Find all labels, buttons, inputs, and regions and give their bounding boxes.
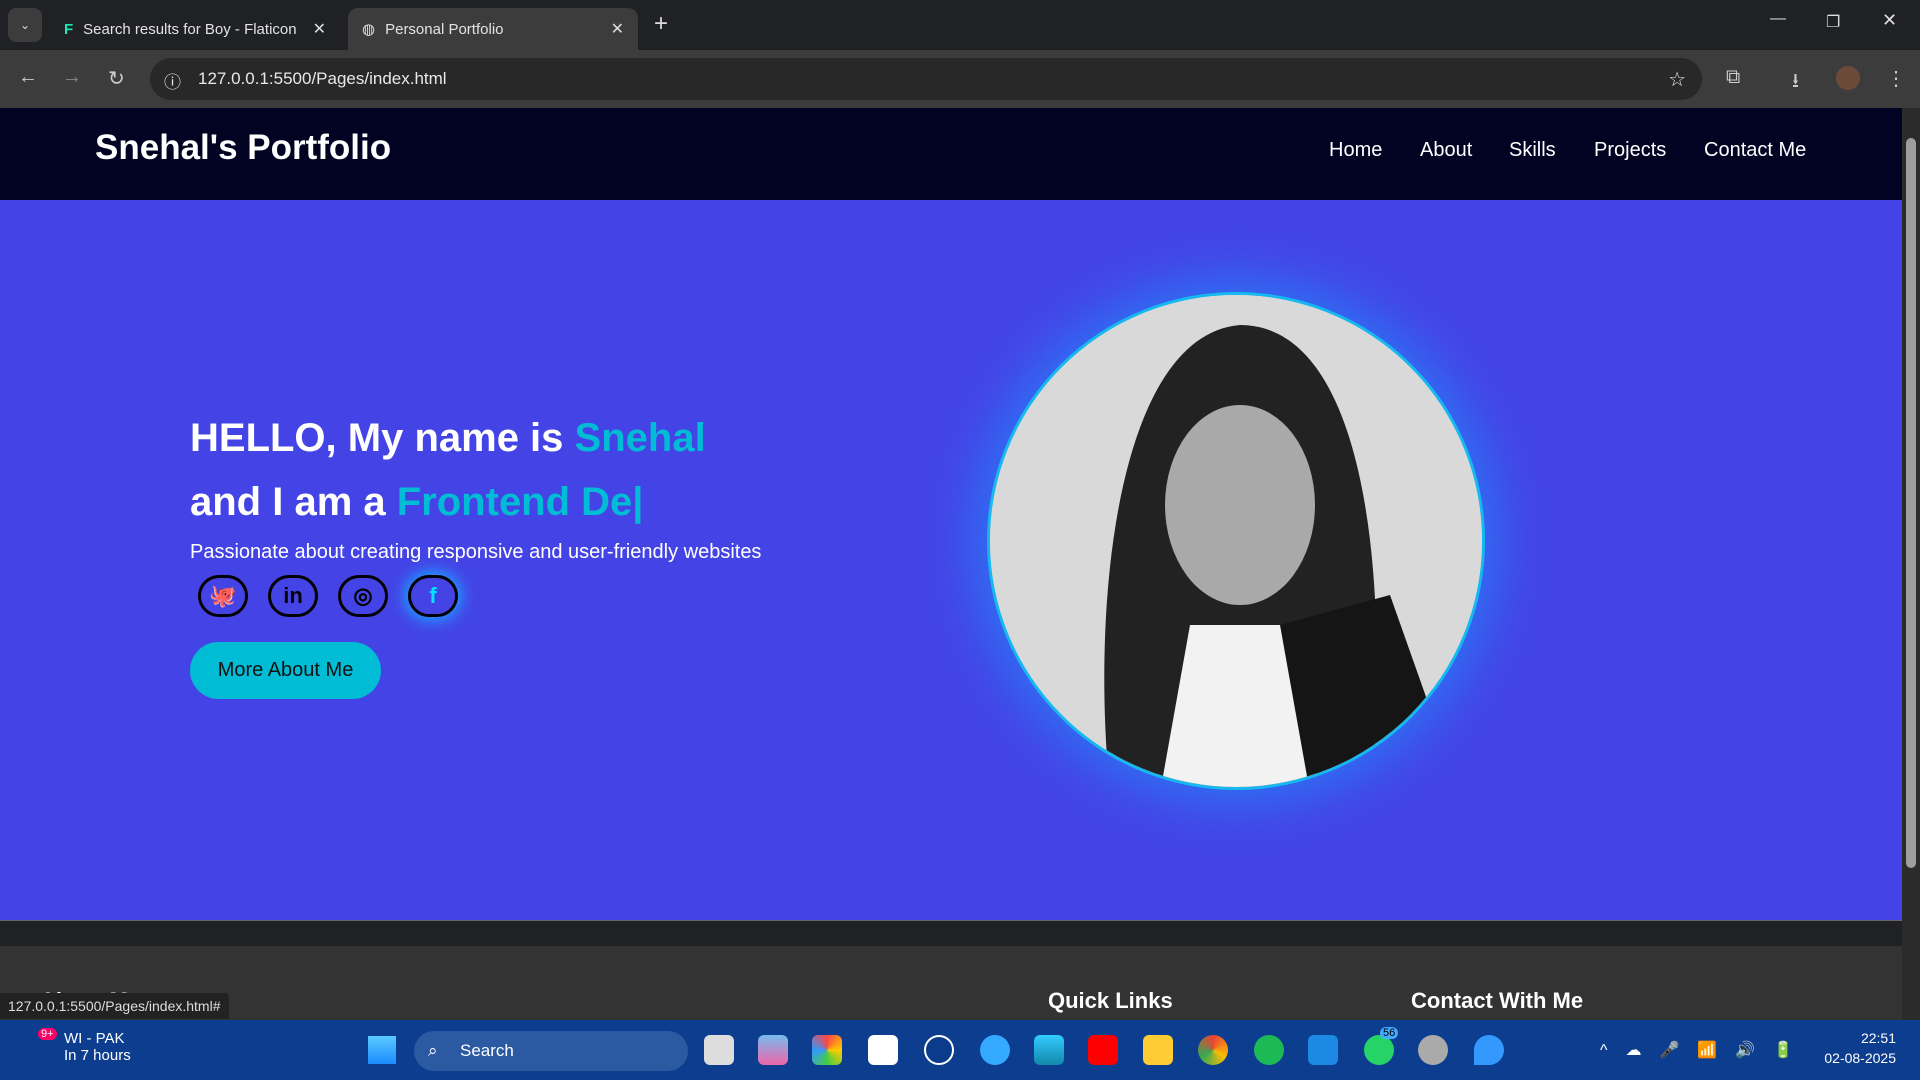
whatsapp-badge: 56 — [1380, 1027, 1399, 1039]
nav-home[interactable]: Home — [1329, 139, 1382, 162]
facebook-icon[interactable]: f — [408, 575, 458, 617]
taskbar-search[interactable]: ⌕ Search — [414, 1031, 688, 1071]
get-help-icon[interactable] — [1474, 1035, 1504, 1065]
new-tab-button[interactable]: + — [654, 10, 668, 38]
tab-flaticon[interactable]: F Search results for Boy - Flaticon ✕ — [50, 8, 340, 50]
weather-title: WI - PAK — [64, 1030, 125, 1047]
more-about-me-button[interactable]: More About Me — [190, 642, 381, 699]
help-icon[interactable] — [980, 1035, 1010, 1065]
date: 02-08-2025 — [1824, 1050, 1896, 1066]
settings-icon[interactable] — [1418, 1035, 1448, 1065]
flaticon-icon: F — [64, 20, 74, 38]
close-tab-icon[interactable]: ✕ — [611, 19, 624, 39]
weather-subtitle: In 7 hours — [64, 1047, 131, 1064]
greeting: HELLO, My name is — [190, 416, 575, 460]
close-window-button[interactable]: ✕ — [1882, 10, 1897, 31]
clock[interactable]: 22:51 02-08-2025 — [1816, 1030, 1896, 1066]
tab-strip: ⌄ F Search results for Boy - Flaticon ✕ ◍ P… — [0, 0, 1920, 50]
file-explorer-icon[interactable] — [1143, 1035, 1173, 1065]
extensions-icon[interactable]: ⧉ — [1726, 66, 1740, 89]
spotify-icon[interactable] — [1254, 1035, 1284, 1065]
site-footer — [0, 946, 1902, 1020]
globe-icon: ◍ — [362, 21, 376, 38]
scrollbar-thumb[interactable] — [1906, 138, 1916, 868]
linkedin-icon[interactable]: in — [268, 575, 318, 617]
github-icon[interactable]: 🐙 — [198, 575, 248, 617]
nav-skills[interactable]: Skills — [1509, 139, 1556, 162]
copilot-icon[interactable] — [758, 1035, 788, 1065]
typed-role: Frontend De| — [396, 480, 644, 524]
edge-icon[interactable] — [1034, 1035, 1064, 1065]
chrome-icon[interactable] — [1198, 1035, 1228, 1065]
download-icon[interactable]: ⭳ — [1792, 66, 1799, 100]
system-tray[interactable]: ^☁🎤📶🔊🔋 — [1600, 1040, 1811, 1060]
photos-icon[interactable] — [812, 1035, 842, 1065]
vscode-icon[interactable] — [1308, 1035, 1338, 1065]
toolbar: ← → ↻ ⓘ 127.0.0.1:5500/Pages/index.html ☆ … — [0, 50, 1920, 108]
tab-title: Personal Portfolio — [385, 20, 504, 38]
close-tab-icon[interactable]: ✕ — [313, 19, 326, 39]
url-text: 127.0.0.1:5500/Pages/index.html — [198, 69, 447, 88]
divider — [0, 920, 1902, 921]
nav-about[interactable]: About — [1420, 139, 1472, 162]
forward-icon[interactable]: → — [62, 66, 82, 89]
hero-subtitle: Passionate about creating responsive and… — [190, 541, 762, 563]
store-icon[interactable] — [868, 1035, 898, 1065]
avatar[interactable] — [1836, 66, 1860, 90]
youtube-icon[interactable] — [1088, 1035, 1118, 1065]
hero-name: Snehal — [574, 416, 706, 460]
nav-projects[interactable]: Projects — [1594, 139, 1666, 162]
footer-quick-links-heading: Quick Links — [1048, 988, 1173, 1013]
scrollbar[interactable] — [1902, 108, 1920, 1020]
role-prefix: and I am a — [190, 480, 397, 524]
search-label: Search — [460, 1041, 514, 1060]
tab-search-button[interactable]: ⌄ — [8, 8, 42, 42]
task-view-icon[interactable] — [704, 1035, 734, 1065]
site-brand[interactable]: Snehal's Portfolio — [95, 128, 391, 168]
bookmark-star-icon[interactable]: ☆ — [1668, 67, 1686, 92]
hero-heading-line1: HELLO, My name is Snehal — [190, 416, 706, 461]
search-icon: ⌕ — [428, 1041, 438, 1060]
status-bar-url: 127.0.0.1:5500/Pages/index.html# — [0, 993, 229, 1019]
site-info-icon[interactable]: ⓘ — [164, 68, 181, 93]
reload-icon[interactable]: ↻ — [108, 66, 125, 91]
back-icon[interactable]: ← — [18, 66, 38, 89]
menu-icon[interactable]: ⋮ — [1886, 66, 1906, 91]
instagram-icon[interactable]: ◎ — [338, 575, 388, 617]
whatsapp-icon[interactable]: 56 — [1364, 1027, 1399, 1065]
minimize-button[interactable]: — — [1770, 10, 1786, 28]
tab-title: Search results for Boy - Flaticon — [83, 20, 297, 38]
profile-photo — [987, 292, 1485, 790]
weather-badge: 9+ — [38, 1028, 57, 1040]
nav-contact[interactable]: Contact Me — [1704, 139, 1806, 162]
address-bar[interactable]: ⓘ 127.0.0.1:5500/Pages/index.html ☆ — [150, 58, 1702, 100]
weather-widget[interactable]: 9+ WI - PAK In 7 hours — [28, 1028, 131, 1064]
time: 22:51 — [1860, 1030, 1896, 1046]
hero-heading-line2: and I am a Frontend De| — [190, 480, 644, 525]
start-button[interactable] — [368, 1036, 396, 1064]
footer-contact-heading: Contact With Me — [1411, 988, 1584, 1013]
hp-icon[interactable] — [924, 1035, 954, 1065]
restore-button[interactable]: ❐ — [1826, 12, 1840, 32]
tab-portfolio[interactable]: ◍ Personal Portfolio ✕ — [348, 8, 638, 50]
